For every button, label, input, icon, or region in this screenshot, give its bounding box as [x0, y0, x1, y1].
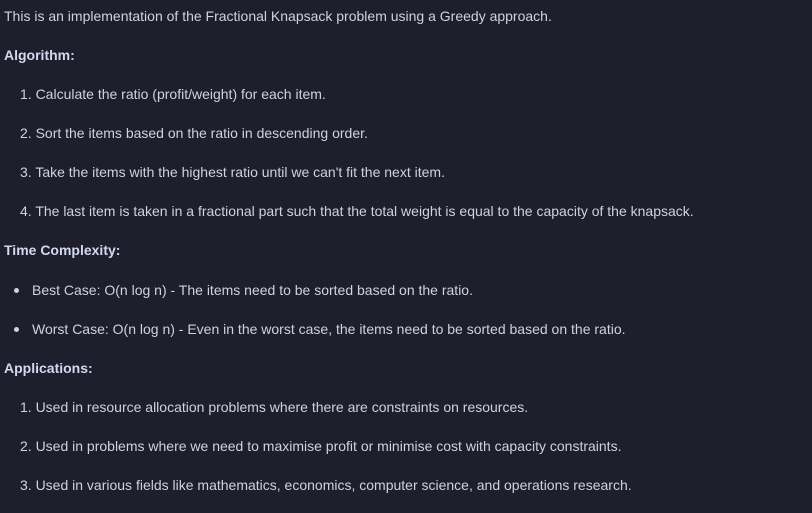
- algorithm-step-text: 2. Sort the items based on the ratio in …: [20, 125, 368, 141]
- response-document: This is an implementation of the Fractio…: [0, 0, 812, 513]
- application-item: 3. Used in various fields like mathemati…: [4, 475, 632, 495]
- algorithm-step: 1. Calculate the ratio (profit/weight) f…: [4, 84, 326, 104]
- complexity-bullet: Best Case: O(n log n) - The items need t…: [4, 280, 473, 300]
- application-item-text: 2. Used in problems where we need to max…: [20, 438, 622, 454]
- complexity-heading: Time Complexity:: [4, 242, 121, 258]
- application-item: 1. Used in resource allocation problems …: [4, 397, 528, 417]
- algorithm-step-text: 1. Calculate the ratio (profit/weight) f…: [20, 86, 326, 102]
- algorithm-step: 3. Take the items with the highest ratio…: [4, 162, 445, 182]
- application-item: 2. Used in problems where we need to max…: [4, 436, 621, 456]
- complexity-bullet-text: Best Case: O(n log n) - The items need t…: [32, 282, 473, 298]
- algorithm-step-text: 4. The last item is taken in a fractiona…: [20, 203, 694, 219]
- algorithm-heading: Algorithm:: [4, 47, 75, 63]
- algorithm-step: 4. The last item is taken in a fractiona…: [4, 201, 694, 221]
- application-item-text: 3. Used in various fields like mathemati…: [20, 477, 632, 493]
- bullet-dot-icon: [14, 326, 19, 332]
- complexity-bullet-text: Worst Case: O(n log n) - Even in the wor…: [32, 321, 626, 337]
- algorithm-step: 2. Sort the items based on the ratio in …: [4, 123, 368, 143]
- bullet-dot-icon: [14, 287, 19, 293]
- complexity-bullet: Worst Case: O(n log n) - Even in the wor…: [4, 319, 626, 339]
- algorithm-step-text: 3. Take the items with the highest ratio…: [20, 164, 445, 180]
- applications-heading: Applications:: [4, 360, 93, 376]
- intro-text: This is an implementation of the Fractio…: [4, 8, 552, 24]
- application-item-text: 1. Used in resource allocation problems …: [20, 399, 529, 415]
